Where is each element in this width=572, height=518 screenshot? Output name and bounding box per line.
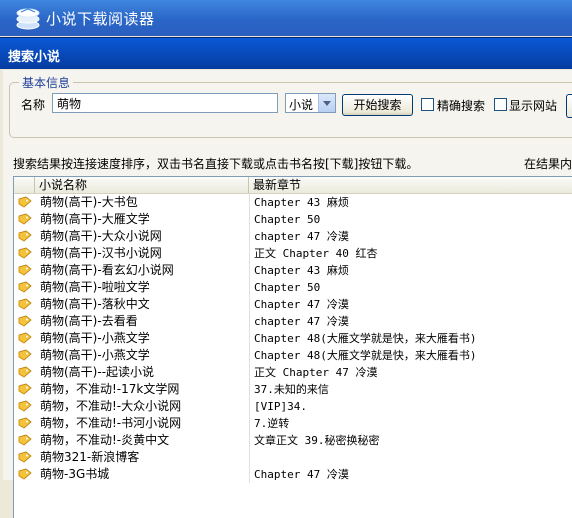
results-hint: 搜索结果按连接速度排序，双击书名直接下载或点击书名按[下载]按钮下载。 bbox=[13, 157, 419, 171]
type-select[interactable]: 小说 bbox=[285, 93, 336, 113]
table-row[interactable]: 萌物(高干)-小燕文学 Chapter 48(大雁文学就是快，来大雁看书) bbox=[14, 347, 572, 364]
latest-chapter-cell: 37.未知的来信 bbox=[249, 381, 572, 398]
latest-chapter-cell: Chapter 43 麻烦 bbox=[249, 194, 572, 211]
latest-chapter-cell: Chapter 48(大雁文学就是快，来大雁看书) bbox=[249, 330, 572, 347]
novel-name-cell[interactable]: 萌物-3G书城 bbox=[40, 467, 246, 482]
exact-search-label[interactable]: 精确搜索 bbox=[437, 97, 485, 114]
novel-name-cell[interactable]: 萌物(高干)-汉书小说网 bbox=[40, 246, 246, 261]
book-tag-icon bbox=[18, 332, 32, 344]
search-in-results-label: 在结果内 bbox=[524, 157, 572, 171]
search-dialog: 搜索小说 基本信息 名称 萌物 小说 开始搜索 精确搜索 显示网站 搜索结果按连… bbox=[0, 37, 572, 518]
latest-chapter-cell: 正文 Chapter 40 红杏 bbox=[249, 245, 572, 262]
start-search-button[interactable]: 开始搜索 bbox=[342, 94, 413, 116]
book-tag-icon bbox=[18, 247, 32, 259]
latest-chapter-cell: Chapter 50 bbox=[249, 279, 572, 296]
latest-chapter-cell: 文章正文 39.秘密换秘密 bbox=[249, 432, 572, 449]
table-row[interactable]: 萌物(高干)-落秋中文 Chapter 47 冷漠 bbox=[14, 296, 572, 313]
book-tag-icon bbox=[18, 315, 32, 327]
novel-name-cell[interactable]: 萌物(高干)-大众小说网 bbox=[40, 229, 246, 244]
book-tag-icon bbox=[18, 281, 32, 293]
table-row[interactable]: 萌物(高干)-啦啦文学 Chapter 50 bbox=[14, 279, 572, 296]
table-row[interactable]: 萌物321-新浪博客 bbox=[14, 449, 572, 466]
name-label: 名称 bbox=[21, 98, 46, 112]
table-row[interactable]: 萌物，不准动!-炎黄中文 文章正文 39.秘密换秘密 bbox=[14, 432, 572, 449]
table-row[interactable]: 萌物-3G书城 Chapter 47 冷漠 bbox=[14, 466, 572, 483]
partial-button[interactable] bbox=[566, 94, 572, 118]
book-tag-icon bbox=[18, 468, 32, 480]
novel-name-cell[interactable]: 萌物(高干)-啦啦文学 bbox=[40, 280, 246, 295]
book-tag-icon bbox=[18, 196, 32, 208]
header-icon-column[interactable] bbox=[14, 177, 35, 193]
book-tag-icon bbox=[18, 264, 32, 276]
novel-name-cell[interactable]: 萌物，不准动!-炎黄中文 bbox=[40, 433, 246, 448]
dialog-title-bar[interactable]: 搜索小说 bbox=[0, 38, 572, 69]
novel-name-cell[interactable]: 萌物(高干)-小燕文学 bbox=[40, 348, 246, 363]
novel-name-cell[interactable]: 萌物321-新浪博客 bbox=[40, 450, 246, 465]
novel-name-cell[interactable]: 萌物(高干)-大雁文学 bbox=[40, 212, 246, 227]
book-tag-icon bbox=[18, 417, 32, 429]
header-novel-name[interactable]: 小说名称 bbox=[35, 177, 249, 193]
novel-name-cell[interactable]: 萌物(高干)-去看看 bbox=[40, 314, 246, 329]
basic-info-legend: 基本信息 bbox=[19, 74, 74, 91]
dialog-title: 搜索小说 bbox=[8, 50, 61, 65]
table-row[interactable]: 萌物(高干)-大书包 Chapter 43 麻烦 bbox=[14, 194, 572, 211]
book-tag-icon bbox=[18, 400, 32, 412]
results-rows: 萌物(高干)-大书包 Chapter 43 麻烦 萌物(高干)-大雁文学 Chapte… bbox=[14, 194, 572, 483]
name-input-value: 萌物 bbox=[57, 97, 82, 111]
book-tag-icon bbox=[18, 366, 32, 378]
table-row[interactable]: 萌物(高干)--起读小说 正文 Chapter 47 冷漠 bbox=[14, 364, 572, 381]
novel-name-cell[interactable]: 萌物，不准动!-书河小说网 bbox=[40, 416, 246, 431]
chevron-down-icon[interactable] bbox=[318, 94, 335, 112]
novel-name-cell[interactable]: 萌物，不准动!-大众小说网 bbox=[40, 399, 246, 414]
book-tag-icon bbox=[18, 349, 32, 361]
table-row[interactable]: 萌物(高干)-小燕文学 Chapter 48(大雁文学就是快，来大雁看书) bbox=[14, 330, 572, 347]
latest-chapter-cell bbox=[249, 449, 572, 466]
table-row[interactable]: 萌物(高干)-大雁文学 Chapter 50 bbox=[14, 211, 572, 228]
table-row[interactable]: 萌物，不准动!-大众小说网 [VIP]34. bbox=[14, 398, 572, 415]
name-input[interactable]: 萌物 bbox=[52, 93, 278, 113]
latest-chapter-cell: Chapter 47 冷漠 bbox=[249, 296, 572, 313]
latest-chapter-cell: chapter 47 冷漠 bbox=[249, 313, 572, 330]
book-stack-icon bbox=[16, 8, 40, 30]
latest-chapter-cell: Chapter 47 冷漠 bbox=[249, 466, 572, 483]
novel-name-cell[interactable]: 萌物(高干)-小燕文学 bbox=[40, 331, 246, 346]
show-site-label[interactable]: 显示网站 bbox=[509, 97, 557, 114]
table-row[interactable]: 萌物(高干)-去看看 chapter 47 冷漠 bbox=[14, 313, 572, 330]
novel-name-cell[interactable]: 萌物(高干)-大书包 bbox=[40, 195, 246, 210]
latest-chapter-cell: Chapter 43 麻烦 bbox=[249, 262, 572, 279]
table-row[interactable]: 萌物(高干)-汉书小说网 正文 Chapter 40 红杏 bbox=[14, 245, 572, 262]
book-tag-icon bbox=[18, 451, 32, 463]
table-row[interactable]: 萌物(高干)-大众小说网 chapter 47 冷漠 bbox=[14, 228, 572, 245]
novel-name-cell[interactable]: 萌物(高干)-看玄幻小说网 bbox=[40, 263, 246, 278]
latest-chapter-cell: 7.逆转 bbox=[249, 415, 572, 432]
app-title: 小说下载阅读器 bbox=[46, 10, 155, 28]
novel-name-cell[interactable]: 萌物，不准动!-17k文学网 bbox=[40, 382, 246, 397]
table-header: 小说名称 最新章节 bbox=[14, 177, 572, 194]
book-tag-icon bbox=[18, 434, 32, 446]
exact-search-checkbox[interactable] bbox=[421, 98, 434, 111]
book-tag-icon bbox=[18, 383, 32, 395]
type-select-value: 小说 bbox=[289, 98, 314, 112]
header-latest-chapter[interactable]: 最新章节 bbox=[249, 177, 572, 193]
table-row[interactable]: 萌物(高干)-看玄幻小说网 Chapter 43 麻烦 bbox=[14, 262, 572, 279]
latest-chapter-cell: [VIP]34. bbox=[249, 398, 572, 415]
book-tag-icon bbox=[18, 230, 32, 242]
latest-chapter-cell: Chapter 48(大雁文学就是快，来大雁看书) bbox=[249, 347, 572, 364]
latest-chapter-cell: chapter 47 冷漠 bbox=[249, 228, 572, 245]
results-table: 小说名称 最新章节 萌物(高干)-大书包 Chapter 43 麻烦 萌物(高干)-… bbox=[13, 176, 572, 518]
book-tag-icon bbox=[18, 213, 32, 225]
latest-chapter-cell: 正文 Chapter 47 冷漠 bbox=[249, 364, 572, 381]
novel-name-cell[interactable]: 萌物(高干)-落秋中文 bbox=[40, 297, 246, 312]
novel-name-cell[interactable]: 萌物(高干)--起读小说 bbox=[40, 365, 246, 380]
book-tag-icon bbox=[18, 298, 32, 310]
table-row[interactable]: 萌物，不准动!-17k文学网 37.未知的来信 bbox=[14, 381, 572, 398]
latest-chapter-cell: Chapter 50 bbox=[249, 211, 572, 228]
table-row[interactable]: 萌物，不准动!-书河小说网 7.逆转 bbox=[14, 415, 572, 432]
show-site-checkbox[interactable] bbox=[494, 98, 507, 111]
app-title-bar: 小说下载阅读器 bbox=[0, 0, 572, 36]
